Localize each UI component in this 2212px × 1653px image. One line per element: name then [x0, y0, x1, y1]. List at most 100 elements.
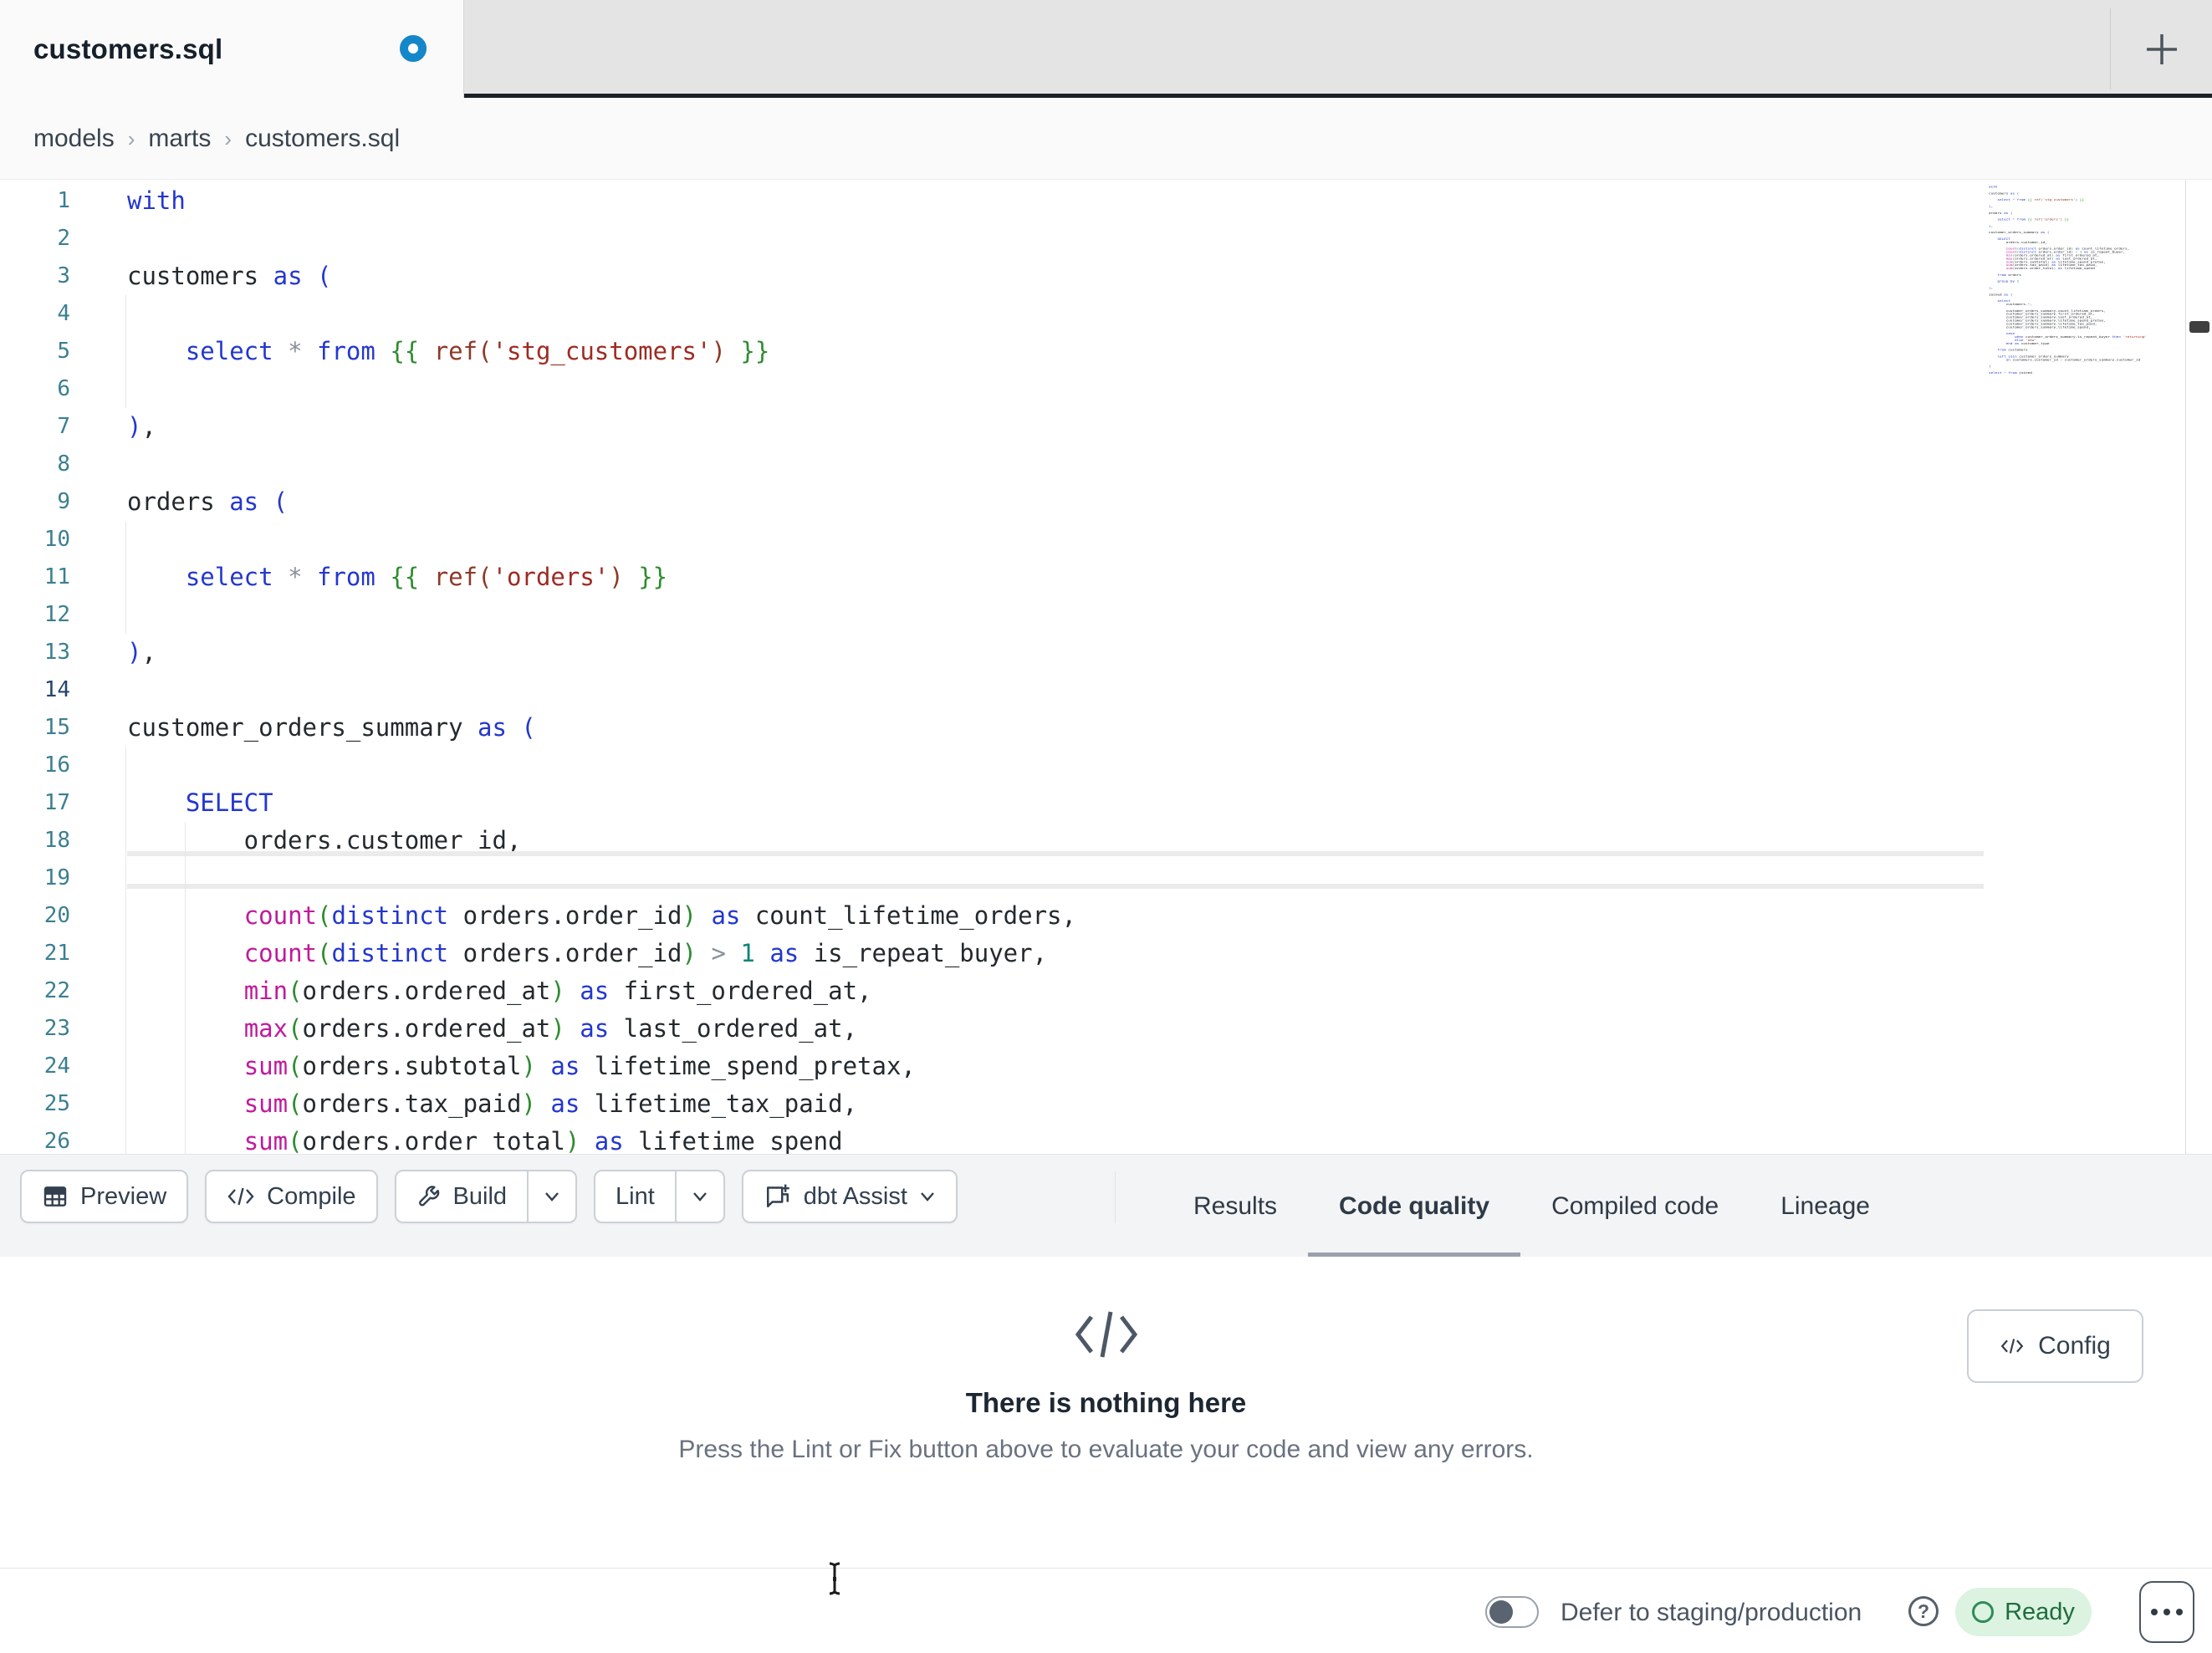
tab-bar-divider	[2110, 8, 2111, 89]
code-line-23[interactable]: 23 max(orders.ordered_at) as last_ordere…	[0, 1010, 2212, 1048]
code-line-13[interactable]: 13),	[0, 634, 2212, 671]
breadcrumb-bar: models › marts › customers.sql Save	[0, 98, 2212, 268]
table-icon	[43, 1186, 67, 1207]
indent-guide	[125, 747, 126, 1154]
lint-button[interactable]: Lint	[594, 1170, 725, 1223]
code-line-14[interactable]: 14	[0, 671, 2212, 709]
unsaved-changes-indicator	[400, 35, 427, 62]
code-line-18[interactable]: 18 orders.customer_id,	[0, 822, 2212, 860]
chevron-down-icon	[692, 1192, 707, 1201]
code-line-22[interactable]: 22 min(orders.ordered_at) as first_order…	[0, 972, 2212, 1010]
code-line-19[interactable]: 19	[0, 860, 2212, 897]
indent-guide	[125, 295, 126, 408]
tab-lineage[interactable]: Lineage	[1750, 1155, 1901, 1258]
tab-title: customers.sql	[33, 33, 223, 64]
preview-label: Preview	[80, 1182, 167, 1210]
panel-tabs: Results Code quality Compiled code Linea…	[1162, 1155, 1901, 1258]
plus-icon	[2147, 34, 2177, 64]
editor-scrollbar-thumb[interactable]	[2189, 321, 2209, 333]
code-line-6[interactable]: 6	[0, 370, 2212, 408]
code-line-24[interactable]: 24 sum(orders.subtotal) as lifetime_spen…	[0, 1048, 2212, 1085]
status-bar: Defer to staging/production Ready	[0, 1568, 2212, 1653]
code-icon	[2000, 1339, 2024, 1354]
code-line-8[interactable]: 8	[0, 446, 2212, 483]
config-button[interactable]: Config	[1967, 1309, 2143, 1383]
preview-button[interactable]: Preview	[20, 1170, 189, 1223]
line-number: 17	[43, 790, 70, 815]
help-icon[interactable]	[1908, 1596, 1939, 1626]
line-number: 4	[57, 301, 70, 326]
line-number: 12	[43, 602, 70, 627]
line-number: 7	[57, 414, 70, 439]
code-line-7[interactable]: 7),	[0, 408, 2212, 446]
line-number: 13	[43, 640, 70, 665]
code-line-9[interactable]: 9 orders as (	[0, 483, 2212, 521]
code-line-1[interactable]: 1 with	[0, 182, 2212, 220]
line-number: 24	[43, 1054, 70, 1079]
breadcrumb: models › marts › customers.sql	[33, 98, 400, 180]
code-line-3[interactable]: 3 customers as (	[0, 258, 2212, 295]
breadcrumb-marts[interactable]: marts	[148, 125, 211, 153]
code-icon	[227, 1187, 254, 1206]
new-tab-button[interactable]	[2142, 29, 2182, 69]
line-number: 5	[57, 339, 70, 364]
code-line-12[interactable]: 12	[0, 596, 2212, 634]
line-number: 22	[43, 978, 70, 1003]
tab-customers-sql[interactable]: customers.sql	[0, 0, 464, 98]
tab-compiled-code[interactable]: Compiled code	[1520, 1155, 1750, 1258]
empty-state-title: There is nothing here	[965, 1387, 1247, 1418]
tab-results[interactable]: Results	[1162, 1155, 1308, 1258]
code-line-26[interactable]: 26 sum(orders.order_total) as lifetime_s…	[0, 1123, 2212, 1154]
breadcrumb-separator: ›	[127, 125, 135, 151]
code-line-10[interactable]: 10	[0, 521, 2212, 559]
line-number: 11	[43, 564, 70, 589]
code-line-20[interactable]: 20 count(distinct orders.order_id) as co…	[0, 897, 2212, 935]
status-ring-icon	[1972, 1601, 1995, 1623]
code-line-11[interactable]: 11 select * from {{ ref('orders') }}	[0, 559, 2212, 596]
empty-state-subtitle: Press the Lint or Fix button above to ev…	[678, 1436, 1534, 1463]
assist-sparkle-chat-icon	[766, 1184, 789, 1208]
code-lines: 1 with 2 3 customers as ( 4 5 select * from {{…	[0, 182, 2212, 1154]
code-line-16[interactable]: 16	[0, 747, 2212, 784]
chevron-down-icon	[921, 1192, 934, 1201]
chevron-down-icon	[545, 1192, 559, 1201]
breadcrumb-separator: ›	[224, 125, 232, 151]
breadcrumb-models[interactable]: models	[33, 125, 115, 153]
lint-dropdown[interactable]	[674, 1171, 723, 1222]
code-editor[interactable]: 1 with 2 3 customers as ( 4 5 select * from {{…	[0, 180, 2212, 1154]
build-label: Build	[452, 1182, 508, 1210]
line-number: 3	[57, 263, 70, 288]
build-dropdown[interactable]	[527, 1171, 575, 1222]
indent-guide	[125, 521, 126, 634]
editor-scrollbar-track	[2185, 180, 2186, 1154]
line-number: 6	[57, 376, 70, 401]
code-line-25[interactable]: 25 sum(orders.tax_paid) as lifetime_tax_…	[0, 1085, 2212, 1123]
code-line-2[interactable]: 2	[0, 220, 2212, 258]
line-number: 26	[43, 1129, 70, 1154]
toggle-knob	[1489, 1600, 1513, 1624]
code-line-15[interactable]: 15 customer_orders_summary as (	[0, 709, 2212, 747]
toolbar-divider	[1115, 1171, 1116, 1223]
line-number: 18	[43, 828, 70, 853]
build-button[interactable]: Build	[394, 1170, 578, 1223]
line-number: 2	[57, 226, 70, 251]
line-number: 1	[57, 188, 70, 213]
minimap[interactable]: with customers as ( select * from {{ ref…	[1989, 186, 2183, 390]
compile-button[interactable]: Compile	[205, 1170, 378, 1223]
code-line-5[interactable]: 5 select * from {{ ref('stg_customers') …	[0, 333, 2212, 370]
more-options-button[interactable]	[2139, 1581, 2194, 1643]
line-number: 14	[43, 677, 70, 702]
line-number: 15	[43, 715, 70, 740]
results-panel: There is nothing here Press the Lint or …	[0, 1257, 2212, 1568]
code-line-17[interactable]: 17 SELECT	[0, 784, 2212, 822]
config-label: Config	[2038, 1332, 2111, 1360]
dbt-assist-button[interactable]: dbt Assist	[741, 1170, 958, 1223]
code-line-21[interactable]: 21 count(distinct orders.order_id) > 1 a…	[0, 935, 2212, 972]
code-line-4[interactable]: 4	[0, 295, 2212, 333]
line-number: 8	[57, 452, 70, 477]
defer-label: Defer to staging/production	[1561, 1599, 1862, 1626]
tab-code-quality[interactable]: Code quality	[1308, 1155, 1521, 1258]
status-badge: Ready	[1955, 1588, 2092, 1636]
defer-toggle[interactable]	[1485, 1596, 1539, 1628]
ide-toolbar: Preview Compile Build Lint dbt Assist Re…	[0, 1154, 2212, 1258]
